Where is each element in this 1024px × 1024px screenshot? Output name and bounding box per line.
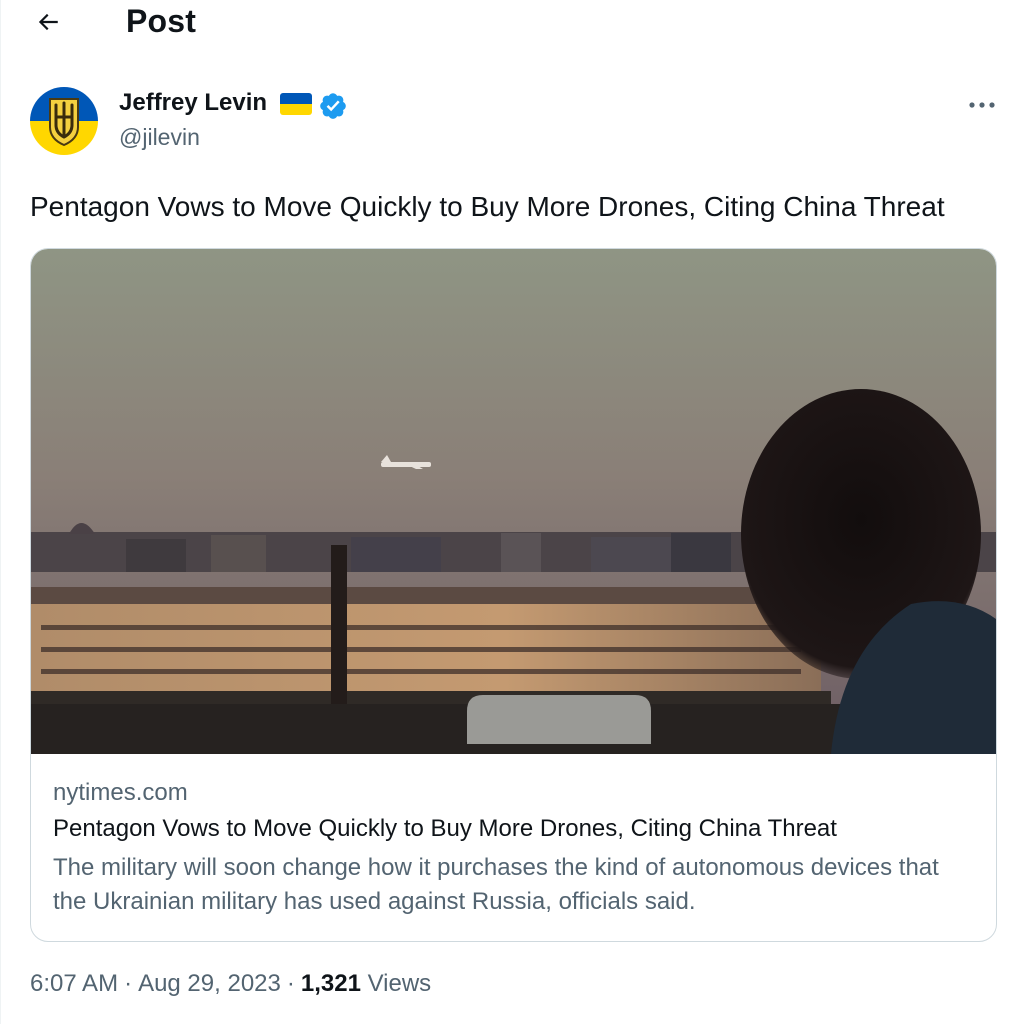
views-count[interactable]: 1,321 xyxy=(301,970,361,997)
views-label: Views xyxy=(367,970,432,997)
meta-separator: · xyxy=(286,970,295,997)
card-description: The military will soon change how it pur… xyxy=(53,854,939,915)
post-date[interactable]: Aug 29, 2023 xyxy=(138,970,281,997)
more-dots-icon xyxy=(969,102,995,108)
card-domain: nytimes.com xyxy=(53,779,188,806)
meta-separator: · xyxy=(124,970,133,997)
timeline-border xyxy=(0,0,1,1024)
author-name[interactable]: Jeffrey Levin xyxy=(119,89,267,117)
more-options-button[interactable] xyxy=(964,92,1000,118)
post-time[interactable]: 6:07 AM xyxy=(30,970,118,997)
post-text: Pentagon Vows to Move Quickly to Buy Mor… xyxy=(30,191,945,222)
card-title: Pentagon Vows to Move Quickly to Buy Mor… xyxy=(53,815,837,842)
author-handle[interactable]: @jilevin xyxy=(119,124,200,151)
link-preview-card[interactable]: nytimes.com Pentagon Vows to Move Quickl… xyxy=(30,248,997,942)
card-image xyxy=(31,249,996,754)
ukraine-flag-icon xyxy=(280,93,312,115)
post-metadata: 6:07 AM · Aug 29, 2023 · 1,321 Views xyxy=(30,970,431,998)
arrow-left-icon xyxy=(38,13,58,31)
page-title: Post xyxy=(126,3,197,39)
verified-badge-icon[interactable] xyxy=(318,91,348,121)
trident-emblem-icon xyxy=(30,87,98,155)
avatar[interactable] xyxy=(30,87,98,155)
header-bar: Post xyxy=(0,0,1024,50)
back-button[interactable] xyxy=(28,2,68,42)
